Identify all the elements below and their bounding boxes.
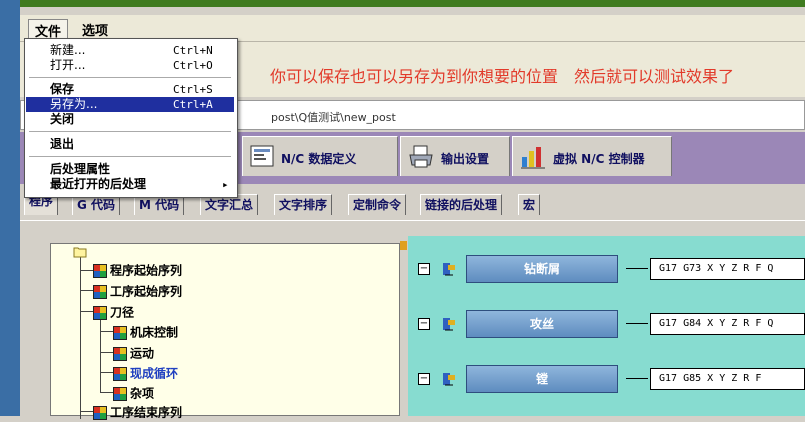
tab-linked-posts[interactable]: 链接的后处理 (420, 194, 503, 215)
tree-item-machine-control[interactable]: 机床控制 (113, 323, 178, 341)
tree-item-program-start[interactable]: 程序起始序列 (93, 261, 182, 279)
tab-macro[interactable]: 宏 (518, 194, 541, 215)
cycle-event-icon (443, 263, 455, 276)
cycle-button-drill-break-chip[interactable]: 钻断屑 (466, 255, 618, 283)
tab-virtual-nc-controller[interactable]: 虚拟 N/C 控制器 (512, 136, 672, 176)
sequence-block-icon (113, 346, 127, 361)
menu-options[interactable]: 选项 (76, 19, 114, 40)
sequence-block-icon (93, 405, 107, 420)
menu-item-recent-posts[interactable]: 最近打开的后处理 ▸ (26, 177, 234, 192)
tab-vnc-label: 虚拟 N/C 控制器 (553, 152, 645, 166)
bar-chart-icon (521, 147, 545, 169)
tree-item-miscellaneous[interactable]: 杂项 (113, 384, 154, 402)
tab-divider (20, 220, 805, 221)
sequence-block-icon (113, 386, 127, 401)
sequence-block-icon (113, 325, 127, 340)
cycle-event-icon (443, 373, 455, 386)
tab-nc-data-definition[interactable]: N/C 数据定义 (242, 136, 398, 176)
menu-item-close[interactable]: 关闭 (26, 112, 234, 127)
menu-item-exit[interactable]: 退出 (26, 137, 234, 152)
desktop-left-edge (0, 0, 20, 416)
sequence-block-icon (113, 366, 127, 381)
cycle-code-drill-break-chip[interactable]: G17 G73 X Y Z R F Q (650, 258, 805, 280)
collapse-toggle-icon[interactable]: − (418, 318, 430, 330)
tree-item-tool-path[interactable]: 刀径 (93, 303, 134, 321)
menu-item-post-properties[interactable]: 后处理属性 (26, 162, 234, 177)
menu-item-open[interactable]: 打开... Ctrl+O (26, 58, 234, 73)
annotation-text: 你可以保存也可以另存为到你想要的位置 然后就可以测试效果了 (270, 67, 735, 86)
tree-item-canned-cycle[interactable]: 现成循环 (113, 364, 178, 382)
sequence-block-icon (93, 263, 107, 278)
submenu-arrow-icon: ▸ (222, 178, 229, 191)
cycle-code-bore[interactable]: G17 G85 X Y Z R F (650, 368, 805, 390)
menu-item-new[interactable]: 新建... Ctrl+N (26, 43, 234, 58)
tree-item-operation-start[interactable]: 工序起始序列 (93, 282, 182, 300)
file-menu-dropdown: 新建... Ctrl+N 打开... Ctrl+O 保存 Ctrl+S 另存为.… (24, 38, 238, 198)
menu-separator (29, 77, 231, 78)
sequence-block-icon (93, 305, 107, 320)
tab-custom-command[interactable]: 定制命令 (348, 194, 407, 215)
cycle-event-icon (443, 318, 455, 331)
path-text: post\Q值测试\new_post (271, 111, 396, 124)
menu-item-save-as[interactable]: 另存为... Ctrl+A (26, 97, 234, 112)
cycle-button-tap[interactable]: 攻丝 (466, 310, 618, 338)
cycle-row-bore: − 镗 G17 G85 X Y Z R F (408, 363, 805, 395)
tree-item-operation-end[interactable]: 工序结束序列 (93, 403, 182, 421)
splitter-handle[interactable] (400, 241, 407, 250)
tab-output-settings[interactable]: 输出设置 (400, 136, 510, 176)
cycle-pane: − 钻断屑 G17 G73 X Y Z R F Q − 攻丝 G17 G84 X… (408, 236, 805, 416)
collapse-toggle-icon[interactable]: − (418, 263, 430, 275)
menu-separator (29, 131, 231, 132)
sequence-tree: 程序起始序列 工序起始序列 刀径 机床控制 运动 现成循环 杂项 工序结束序列 (50, 243, 400, 420)
nc-data-icon (250, 145, 274, 167)
tab-nc-label: N/C 数据定义 (281, 152, 357, 166)
tab-output-label: 输出设置 (441, 152, 490, 166)
cycle-row-tap: − 攻丝 G17 G84 X Y Z R F Q (408, 308, 805, 340)
tab-word-sequencing[interactable]: 文字排序 (274, 194, 333, 215)
cycle-row-drill-break-chip: − 钻断屑 G17 G73 X Y Z R F Q (408, 253, 805, 285)
menu-item-save[interactable]: 保存 Ctrl+S (26, 82, 234, 97)
cycle-code-tap[interactable]: G17 G84 X Y Z R F Q (650, 313, 805, 335)
collapse-toggle-icon[interactable]: − (418, 373, 430, 385)
tree-item-motion[interactable]: 运动 (113, 344, 154, 362)
menu-separator (29, 156, 231, 157)
cycle-button-bore[interactable]: 镗 (466, 365, 618, 393)
printer-icon (409, 145, 433, 168)
sequence-block-icon (93, 284, 107, 299)
window-top-border (20, 0, 805, 7)
folder-icon (73, 247, 87, 258)
